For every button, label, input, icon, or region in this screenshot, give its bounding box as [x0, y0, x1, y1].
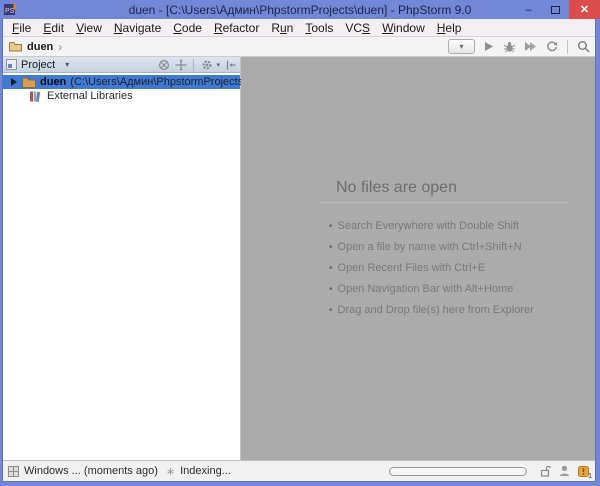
- tips-list: • Search Everywhere with Double Shift • Op…: [319, 220, 567, 316]
- menu-edit[interactable]: Edit: [37, 20, 70, 36]
- tip-item: • Search Everywhere with Double Shift: [329, 220, 520, 232]
- project-tree: duen (C:\Users\Админ\PhpstormProjects\du…: [3, 73, 274, 103]
- close-button[interactable]: ✕: [569, 0, 600, 19]
- menu-run[interactable]: Run: [265, 20, 299, 36]
- breadcrumb[interactable]: duen ›: [7, 40, 62, 54]
- search-everywhere-icon[interactable]: [576, 39, 591, 54]
- tip-item: • Drag and Drop file(s) here from Explore…: [329, 304, 534, 316]
- event-notification-icon[interactable]: 1: [576, 464, 592, 480]
- minimize-button[interactable]: –: [515, 0, 542, 19]
- rerun-icon[interactable]: [544, 39, 559, 54]
- project-view-selector[interactable]: Project ▾: [6, 59, 69, 71]
- window-title: duen - [C:\Users\Админ\PhpstormProjects\…: [128, 2, 472, 17]
- lock-icon[interactable]: [538, 464, 552, 478]
- menu-view[interactable]: View: [70, 20, 108, 36]
- project-panel-title: Project: [21, 58, 56, 71]
- bullet-icon: •: [329, 284, 333, 295]
- indexing-progress-bar[interactable]: [389, 466, 527, 476]
- scroll-from-source-icon[interactable]: [157, 58, 170, 71]
- run-icon[interactable]: [481, 39, 496, 54]
- navigation-bar: duen › ▾: [3, 37, 595, 57]
- maximize-button[interactable]: [542, 0, 569, 19]
- folder-icon: [7, 41, 23, 53]
- chevron-down-icon: ▾: [65, 60, 70, 69]
- expand-arrow-icon[interactable]: [11, 78, 17, 86]
- gear-dropdown-caret: ▾: [216, 61, 220, 69]
- bullet-icon: •: [329, 305, 333, 316]
- panel-separator: [193, 58, 195, 71]
- chevron-right-icon: ›: [58, 39, 63, 54]
- tip-item: • Open Recent Files with Ctrl+E: [329, 262, 486, 274]
- menu-bar: File Edit View Navigate Code Refactor Ru…: [3, 19, 595, 37]
- run-toolbar: ▾: [448, 39, 591, 54]
- editor-area[interactable]: No files are open • Search Everywhere wit…: [241, 57, 595, 460]
- run-with-coverage-icon[interactable]: [523, 39, 538, 54]
- tip-item: • Open Navigation Bar with Alt+Home: [329, 283, 514, 295]
- tip-item: • Open a file by name with Ctrl+Shift+N: [329, 241, 522, 253]
- bullet-icon: •: [329, 242, 333, 253]
- menu-file[interactable]: File: [6, 20, 37, 36]
- app-frame: File Edit View Navigate Code Refactor Ru…: [2, 19, 596, 482]
- tree-row-external-libraries[interactable]: External Libraries: [3, 89, 240, 103]
- collapse-all-icon[interactable]: [174, 58, 187, 71]
- menu-window[interactable]: Window: [376, 20, 431, 36]
- debug-bug-icon[interactable]: [502, 39, 517, 54]
- hector-inspections-icon[interactable]: [557, 464, 571, 478]
- menu-code[interactable]: Code: [167, 20, 208, 36]
- breadcrumb-label: duen: [27, 40, 54, 53]
- title-bar[interactable]: PS duen - [C:\Users\Админ\PhpstormProjec…: [0, 0, 600, 19]
- empty-state: No files are open • Search Everywhere wit…: [319, 179, 567, 325]
- settings-gear-icon[interactable]: [200, 58, 213, 71]
- menu-tools[interactable]: Tools: [299, 20, 339, 36]
- menu-help[interactable]: Help: [431, 20, 468, 36]
- hide-panel-icon[interactable]: [224, 58, 237, 71]
- menu-vcs[interactable]: VCS: [339, 20, 376, 36]
- external-libraries-label: External Libraries: [47, 90, 133, 102]
- project-toolwindow-icon: [6, 59, 17, 70]
- libraries-icon: [27, 90, 43, 102]
- toolbar-separator: [567, 39, 568, 54]
- project-panel-header: Project ▾ ▾: [3, 57, 240, 73]
- project-root-name: duen: [40, 76, 67, 88]
- spinner-icon: ∗: [165, 465, 176, 478]
- project-panel: Project ▾ ▾ duen (C:\Users\Админ\Phpstor…: [3, 57, 274, 460]
- toolwindow-switcher-icon[interactable]: [8, 465, 19, 477]
- bullet-icon: •: [329, 263, 333, 274]
- indexing-status: Indexing...: [180, 465, 231, 477]
- notification-count: 1: [588, 473, 592, 480]
- status-bar: Windows ... (moments ago) ∗ Indexing...: [3, 460, 595, 481]
- menu-navigate[interactable]: Navigate: [108, 20, 167, 36]
- tree-row-project-root[interactable]: duen (C:\Users\Админ\PhpstormProjects\du…: [3, 75, 274, 89]
- phpstorm-window: PS duen - [C:\Users\Админ\PhpstormProjec…: [0, 0, 600, 486]
- maximize-icon: [551, 5, 560, 14]
- menu-refactor[interactable]: Refactor: [208, 20, 265, 36]
- bullet-icon: •: [329, 221, 333, 232]
- run-configuration-dropdown[interactable]: ▾: [448, 39, 475, 54]
- vcs-status[interactable]: Windows ... (moments ago): [24, 465, 158, 477]
- folder-icon: [22, 76, 36, 88]
- empty-state-heading: No files are open: [319, 179, 567, 203]
